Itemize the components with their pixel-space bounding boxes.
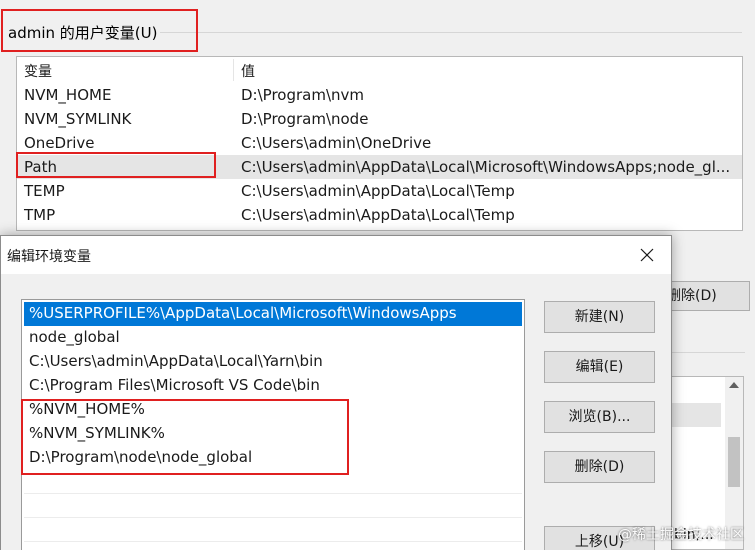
table-header: 变量 值 [17, 57, 742, 83]
table-row[interactable]: TEMP C:\Users\admin\AppData\Local\Temp [17, 179, 742, 203]
delete-var-button[interactable]: 删除(D) [660, 281, 750, 311]
screen-root: admin 的用户变量(U) 变量 值 NVM_HOME D:\Program\… [0, 0, 755, 550]
scroll-up-arrow-icon[interactable] [729, 382, 739, 388]
list-item-selected[interactable]: %USERPROFILE%\AppData\Local\Microsoft\Wi… [24, 302, 522, 326]
table-row[interactable]: OneDrive C:\Users\admin\OneDrive [17, 131, 742, 155]
list-item[interactable]: node_global [24, 326, 522, 350]
var-value: C:\Users\admin\OneDrive [241, 134, 432, 152]
dialog-title: 编辑环境变量 [7, 249, 91, 265]
close-icon [640, 248, 654, 262]
edit-button[interactable]: 编辑(E) [544, 351, 655, 383]
var-value: C:\Users\admin\AppData\Local\Temp [241, 206, 515, 224]
delete-button[interactable]: 删除(D) [544, 451, 655, 483]
list-item[interactable]: D:\Program\node\node_global [24, 446, 522, 470]
list-item[interactable]: %NVM_HOME% [24, 398, 522, 422]
var-name: TEMP [24, 182, 65, 200]
var-name: NVM_HOME [24, 86, 112, 104]
table-row[interactable]: TMP C:\Users\admin\AppData\Local\Temp [17, 203, 742, 227]
var-value: C:\Users\admin\AppData\Local\Temp [241, 182, 515, 200]
list-item[interactable]: C:\Users\admin\AppData\Local\Yarn\bin [24, 350, 522, 374]
column-header-value[interactable]: 值 [241, 61, 255, 81]
dialog-titlebar[interactable]: 编辑环境变量 [1, 236, 671, 274]
var-name: NVM_SYMLINK [24, 110, 132, 128]
table-row-selected[interactable]: Path C:\Users\admin\AppData\Local\Micros… [17, 155, 742, 179]
watermark: @稀土掘金技术社区 [618, 527, 744, 543]
list-item-empty[interactable] [24, 518, 522, 542]
list-item-empty[interactable] [24, 542, 522, 550]
scrollbar-thumb[interactable] [728, 437, 740, 487]
column-divider[interactable] [233, 59, 234, 81]
list-item-empty[interactable] [24, 470, 522, 494]
var-name: Path [24, 158, 57, 176]
column-header-name[interactable]: 变量 [24, 61, 52, 81]
system-vars-divider-line [660, 352, 745, 353]
edit-env-var-dialog: 编辑环境变量 %USERPROFILE%\AppData\Local\Micro… [0, 235, 672, 550]
var-value: D:\Program\nvm [241, 86, 364, 104]
path-entries-list[interactable]: %USERPROFILE%\AppData\Local\Microsoft\Wi… [21, 299, 525, 550]
user-vars-group-label: admin 的用户变量(U) [8, 24, 158, 42]
var-name: OneDrive [24, 134, 95, 152]
var-name: TMP [24, 206, 56, 224]
new-button[interactable]: 新建(N) [544, 301, 655, 333]
var-value: D:\Program\node [241, 110, 369, 128]
table-row[interactable]: NVM_SYMLINK D:\Program\node [17, 107, 742, 131]
list-item-empty[interactable] [24, 494, 522, 518]
list-item[interactable]: %NVM_SYMLINK% [24, 422, 522, 446]
user-vars-table[interactable]: 变量 值 NVM_HOME D:\Program\nvm NVM_SYMLINK… [16, 56, 743, 231]
close-button[interactable] [627, 236, 671, 274]
list-item[interactable]: C:\Program Files\Microsoft VS Code\bin [24, 374, 522, 398]
browse-button[interactable]: 浏览(B)... [544, 401, 655, 433]
var-value: C:\Users\admin\AppData\Local\Microsoft\W… [241, 158, 731, 176]
group-divider-line [160, 32, 742, 33]
table-row[interactable]: NVM_HOME D:\Program\nvm [17, 83, 742, 107]
